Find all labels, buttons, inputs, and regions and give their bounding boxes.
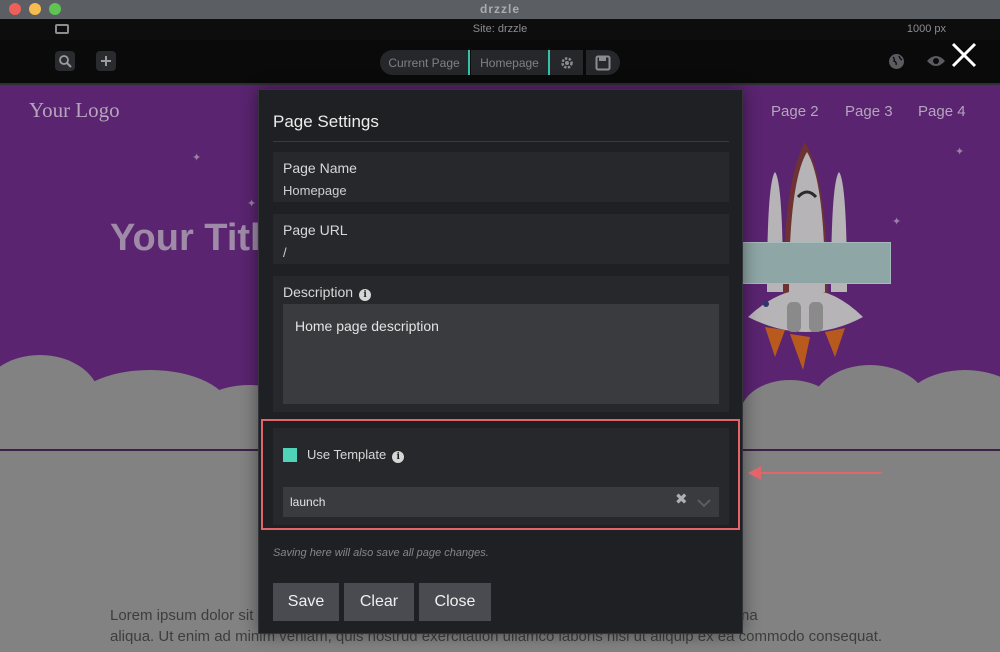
search-page-icon[interactable] (55, 51, 75, 71)
star-decoration: ✦ (892, 216, 902, 228)
info-icon[interactable]: i (359, 289, 372, 301)
current-page-tab[interactable]: Current Page (380, 50, 468, 75)
page-name-input[interactable]: Homepage (283, 183, 347, 198)
star-decoration: ✦ (955, 146, 965, 158)
page-url-input[interactable]: / (283, 245, 287, 260)
save-icon[interactable] (586, 50, 620, 75)
arrow-line (760, 472, 882, 474)
hero-placeholder-box (738, 242, 891, 284)
site-info-bar: Site: drzzle 1000 px (0, 19, 1000, 40)
globe-icon[interactable] (888, 53, 905, 75)
nav-item-page-3[interactable]: Page 3 (845, 103, 893, 120)
star-decoration: ✦ (247, 198, 257, 210)
page-settings-modal: Page Settings Page Name Homepage Page UR… (258, 89, 743, 634)
add-page-icon[interactable] (96, 51, 116, 71)
description-textarea[interactable]: Home page description (283, 304, 719, 404)
site-label: Site: drzzle (472, 23, 528, 35)
description-label: Description (283, 284, 354, 300)
gear-icon[interactable] (550, 50, 583, 75)
eye-icon[interactable] (926, 54, 946, 73)
description-field: Description i Home page description (273, 276, 729, 412)
highlight-box (261, 419, 740, 530)
nav-item-page-2[interactable]: Page 2 (771, 103, 819, 120)
page-url-label: Page URL (283, 222, 348, 238)
page-name-field[interactable]: Page Name Homepage (273, 152, 729, 202)
nav-item-page-4[interactable]: Page 4 (918, 103, 966, 120)
page-url-field[interactable]: Page URL / (273, 214, 729, 264)
width-label: 1000 px (906, 23, 946, 35)
save-hint: Saving here will also save all page chan… (273, 547, 489, 559)
modal-title: Page Settings (273, 112, 379, 131)
close-icon[interactable] (950, 41, 978, 69)
star-decoration: ✦ (192, 152, 202, 164)
clear-button[interactable]: Clear (344, 583, 414, 621)
app-title: drzzle (479, 2, 520, 16)
site-logo[interactable]: Your Logo (29, 98, 120, 123)
hero-title: Your Titl (110, 217, 261, 259)
editor-toolbar: Current Page Homepage (0, 40, 1000, 85)
close-button[interactable]: Close (419, 583, 491, 621)
save-button[interactable]: Save (273, 583, 339, 621)
modal-divider (273, 141, 729, 142)
window-titlebar: drzzle (0, 0, 1000, 19)
page-name-label: Page Name (283, 160, 357, 176)
segment-divider (468, 50, 470, 75)
description-label-row: Description i (283, 284, 372, 301)
homepage-tab[interactable]: Homepage (471, 50, 548, 75)
